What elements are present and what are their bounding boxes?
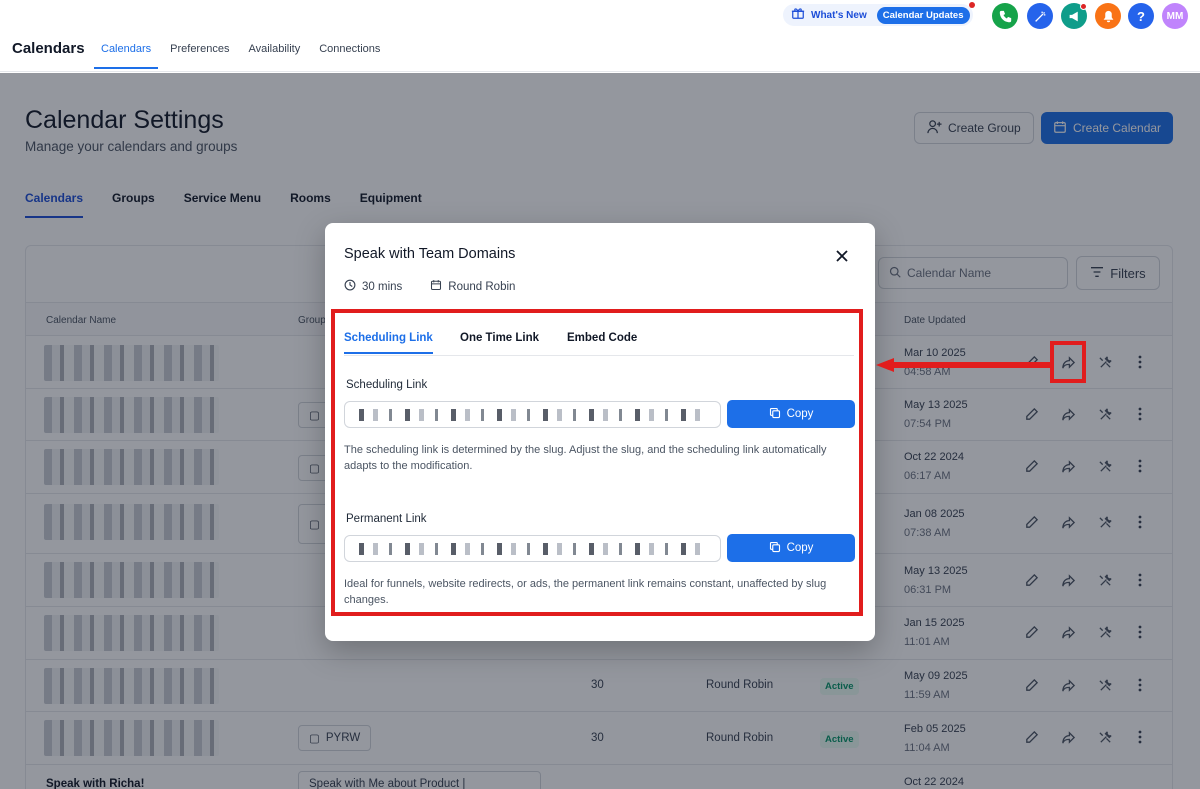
phone-icon[interactable] [992, 3, 1018, 29]
tab-preferences[interactable]: Preferences [163, 32, 236, 69]
notification-dot [1080, 3, 1087, 10]
whats-new-label: What's New [811, 9, 867, 21]
clock-icon [344, 279, 356, 294]
duration-label: 30 mins [362, 280, 403, 293]
top-nav: Calendars Preferences Availability Conne… [94, 32, 392, 69]
avatar[interactable]: MM [1162, 3, 1188, 29]
top-bar: Calendars Calendars Preferences Availabi… [0, 0, 1200, 72]
tab-connections[interactable]: Connections [312, 32, 387, 69]
gift-icon [791, 6, 805, 25]
share-link-modal: Speak with Team Domains 30 mins Round Ro… [325, 223, 875, 641]
tab-calendars[interactable]: Calendars [94, 32, 159, 69]
bell-icon[interactable] [1095, 3, 1121, 29]
app-title: Calendars [12, 40, 85, 57]
megaphone-icon[interactable] [1061, 3, 1087, 29]
tab-availability[interactable]: Availability [241, 32, 307, 69]
annotation-highlight-box [331, 309, 863, 616]
type-label: Round Robin [448, 280, 516, 293]
magic-wand-icon[interactable] [1027, 3, 1053, 29]
help-icon[interactable]: ? [1128, 3, 1154, 29]
modal-title: Speak with Team Domains [344, 246, 516, 262]
annotation-arrow [876, 358, 1054, 372]
whats-new-banner[interactable]: What's New Calendar Updates [783, 2, 975, 26]
calendar-updates-pill[interactable]: Calendar Updates [876, 6, 970, 24]
notification-dot [969, 2, 975, 8]
close-icon[interactable] [831, 245, 853, 267]
annotation-share-highlight [1050, 341, 1086, 383]
calendar-icon [430, 279, 442, 294]
modal-meta: 30 mins Round Robin [344, 279, 515, 294]
